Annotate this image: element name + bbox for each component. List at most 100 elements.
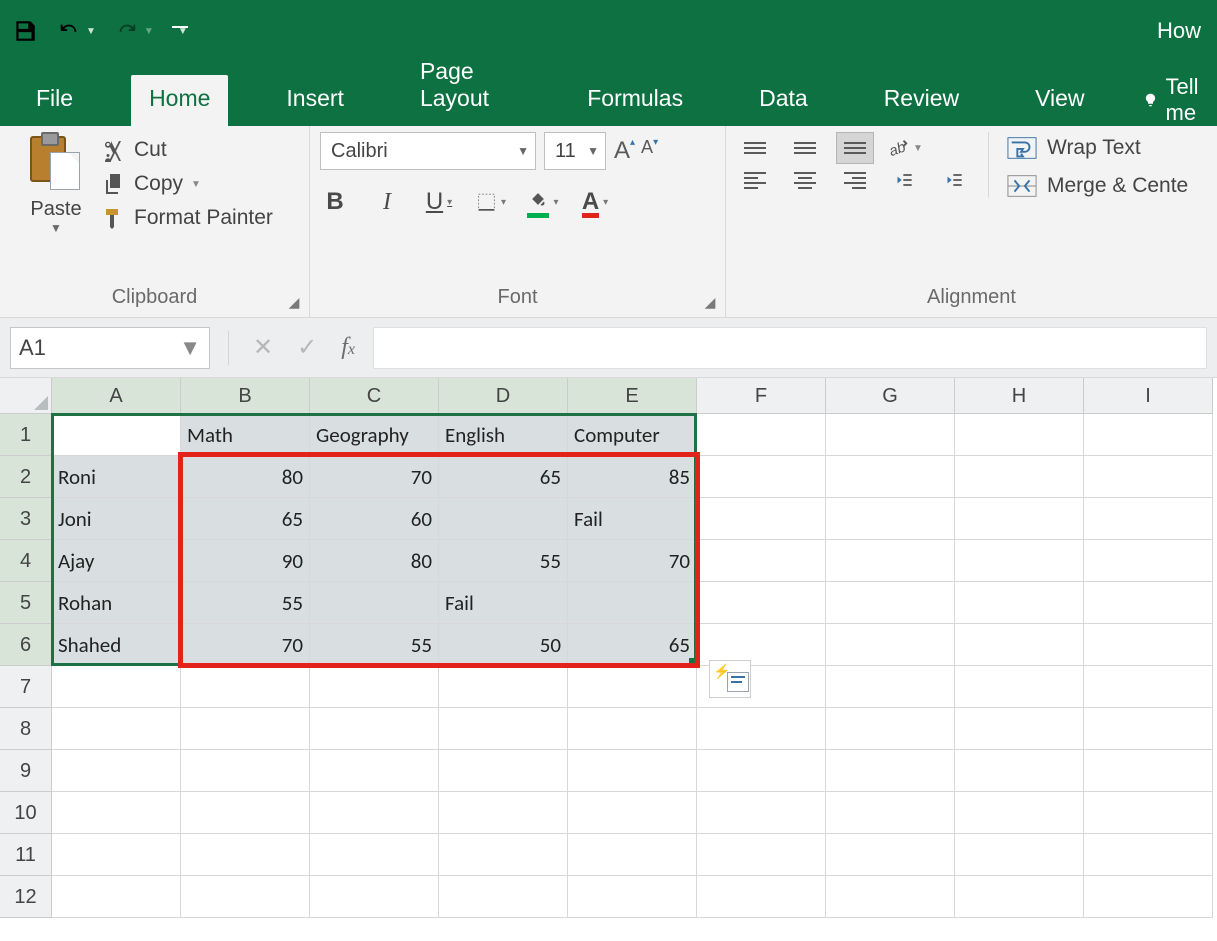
cell[interactable] xyxy=(310,582,439,624)
column-header[interactable]: H xyxy=(955,378,1084,414)
cell[interactable] xyxy=(955,792,1084,834)
align-top-button[interactable] xyxy=(736,132,774,164)
cell[interactable] xyxy=(697,708,826,750)
clipboard-launcher[interactable]: ◢ xyxy=(285,293,303,311)
underline-button[interactable]: U xyxy=(424,186,454,218)
cell[interactable]: 90 xyxy=(181,540,310,582)
cell[interactable] xyxy=(697,456,826,498)
tab-file[interactable]: File xyxy=(18,75,91,126)
cell[interactable] xyxy=(310,750,439,792)
cell[interactable]: 80 xyxy=(181,456,310,498)
borders-button[interactable] xyxy=(476,186,506,218)
cell[interactable] xyxy=(52,876,181,918)
cell[interactable] xyxy=(568,834,697,876)
cell[interactable] xyxy=(697,876,826,918)
column-header[interactable]: F xyxy=(697,378,826,414)
cell[interactable] xyxy=(826,582,955,624)
row-header[interactable]: 5 xyxy=(0,582,52,624)
cell[interactable] xyxy=(1084,582,1213,624)
row-header[interactable]: 9 xyxy=(0,750,52,792)
cell[interactable] xyxy=(955,666,1084,708)
cell[interactable]: 50 xyxy=(439,624,568,666)
tab-view[interactable]: View xyxy=(1017,75,1102,126)
cell[interactable]: 70 xyxy=(310,456,439,498)
cell[interactable] xyxy=(181,876,310,918)
cell[interactable] xyxy=(568,582,697,624)
cell[interactable] xyxy=(439,876,568,918)
cell[interactable] xyxy=(568,876,697,918)
font-color-button[interactable]: A xyxy=(580,186,610,218)
bold-button[interactable]: B xyxy=(320,186,350,218)
cell[interactable]: 60 xyxy=(310,498,439,540)
cell[interactable]: 55 xyxy=(181,582,310,624)
decrease-indent-button[interactable] xyxy=(886,164,924,196)
cell[interactable] xyxy=(955,582,1084,624)
cell[interactable] xyxy=(826,834,955,876)
cell[interactable] xyxy=(439,708,568,750)
increase-indent-button[interactable] xyxy=(936,164,974,196)
paste-options-button[interactable]: ⚡ xyxy=(709,660,751,698)
tab-page-layout[interactable]: Page Layout xyxy=(402,48,529,126)
paste-button[interactable]: Paste ▼ xyxy=(10,132,102,235)
cell[interactable] xyxy=(697,792,826,834)
cell[interactable] xyxy=(568,792,697,834)
cell[interactable]: Math xyxy=(181,414,310,456)
cell[interactable] xyxy=(310,876,439,918)
cell[interactable]: Fail xyxy=(568,498,697,540)
cell[interactable] xyxy=(955,498,1084,540)
cell[interactable] xyxy=(1084,792,1213,834)
cell[interactable]: 70 xyxy=(568,540,697,582)
align-right-button[interactable] xyxy=(836,164,874,196)
cell[interactable] xyxy=(181,666,310,708)
align-left-button[interactable] xyxy=(736,164,774,196)
cell[interactable] xyxy=(1084,708,1213,750)
cell[interactable] xyxy=(568,666,697,708)
row-header[interactable]: 8 xyxy=(0,708,52,750)
cell[interactable] xyxy=(1084,876,1213,918)
font-size-combo[interactable]: 11 ▼ xyxy=(544,132,606,170)
row-header[interactable]: 11 xyxy=(0,834,52,876)
cell[interactable] xyxy=(697,750,826,792)
cell[interactable] xyxy=(310,834,439,876)
cell[interactable] xyxy=(826,414,955,456)
cell[interactable] xyxy=(52,834,181,876)
cell[interactable]: 65 xyxy=(181,498,310,540)
cell[interactable]: Geography xyxy=(310,414,439,456)
cell[interactable] xyxy=(826,498,955,540)
cell[interactable] xyxy=(439,666,568,708)
tab-data[interactable]: Data xyxy=(741,75,826,126)
cell[interactable] xyxy=(826,540,955,582)
tell-me-search[interactable]: Tell me xyxy=(1143,74,1217,126)
cell[interactable]: Ajay xyxy=(52,540,181,582)
cell[interactable] xyxy=(1084,666,1213,708)
cell[interactable] xyxy=(955,456,1084,498)
save-button[interactable] xyxy=(12,18,38,44)
row-header[interactable]: 6 xyxy=(0,624,52,666)
cell[interactable] xyxy=(826,666,955,708)
align-center-button[interactable] xyxy=(786,164,824,196)
decrease-font-button[interactable]: A▾ xyxy=(641,137,658,165)
cell[interactable] xyxy=(826,750,955,792)
cell[interactable]: Fail xyxy=(439,582,568,624)
cell[interactable] xyxy=(697,834,826,876)
column-header[interactable]: C xyxy=(310,378,439,414)
cell[interactable] xyxy=(181,834,310,876)
cell[interactable] xyxy=(181,750,310,792)
font-name-combo[interactable]: Calibri ▼ xyxy=(320,132,536,170)
cell[interactable] xyxy=(697,414,826,456)
cell[interactable] xyxy=(826,624,955,666)
cell[interactable] xyxy=(955,414,1084,456)
cell[interactable] xyxy=(955,540,1084,582)
cell[interactable] xyxy=(826,708,955,750)
cell[interactable] xyxy=(1084,456,1213,498)
cell[interactable]: Shahed xyxy=(52,624,181,666)
cell[interactable] xyxy=(310,708,439,750)
cell[interactable] xyxy=(439,498,568,540)
cell[interactable] xyxy=(439,834,568,876)
cell[interactable]: 55 xyxy=(439,540,568,582)
cell[interactable]: 70 xyxy=(181,624,310,666)
cell[interactable] xyxy=(181,708,310,750)
cell[interactable] xyxy=(310,666,439,708)
name-box[interactable]: A1 ▼ xyxy=(10,327,210,369)
increase-font-button[interactable]: A▴ xyxy=(614,137,635,165)
